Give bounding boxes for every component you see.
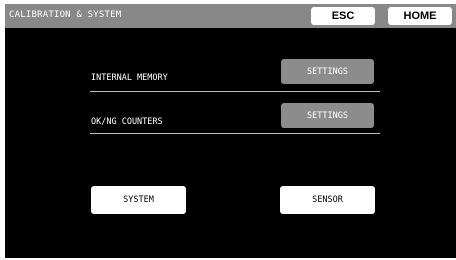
esc-button[interactable]: ESC: [311, 7, 375, 25]
row-divider: [90, 133, 380, 134]
home-button[interactable]: HOME: [388, 7, 452, 25]
system-button[interactable]: SYSTEM: [91, 186, 186, 214]
sensor-button[interactable]: SENSOR: [280, 186, 375, 214]
ok-ng-counters-label: OK/NG COUNTERS: [91, 117, 163, 127]
internal-memory-label: INTERNAL MEMORY: [91, 73, 168, 83]
screen-title: CALIBRATION & SYSTEM: [9, 10, 122, 20]
device-screen: CALIBRATION & SYSTEM ESC HOME INTERNAL M…: [5, 4, 456, 258]
internal-memory-settings-button[interactable]: SETTINGS: [281, 59, 374, 84]
title-bar: CALIBRATION & SYSTEM ESC HOME: [5, 4, 456, 28]
row-divider: [90, 91, 380, 92]
ok-ng-counters-settings-button[interactable]: SETTINGS: [281, 103, 374, 128]
